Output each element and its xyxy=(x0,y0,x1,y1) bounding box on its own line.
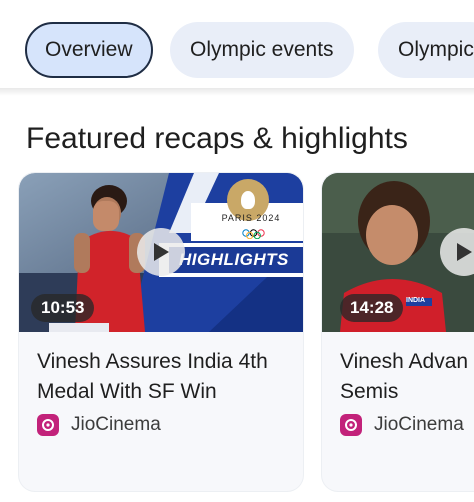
tab-label: Olympic xyxy=(398,38,474,61)
play-button[interactable] xyxy=(137,228,185,276)
tab-label: Overview xyxy=(45,38,133,61)
search-results-page: Overview Olympic events Olympic Featured… xyxy=(0,0,474,502)
video-source[interactable]: JioCinema xyxy=(37,413,161,437)
source-name: JioCinema xyxy=(71,414,161,435)
paris-2024-logo-text: PARIS 2024 xyxy=(221,213,281,223)
tab-label: Olympic events xyxy=(190,38,334,61)
tab-overview[interactable]: Overview xyxy=(25,22,153,78)
video-thumbnail[interactable]: PARIS 2024 HIGHLIGHTS 10:53 xyxy=(19,173,303,332)
highlights-banner-text: HIGHLIGHTS xyxy=(179,250,289,269)
tab-olympic[interactable]: Olympic xyxy=(378,22,474,78)
video-thumbnail[interactable]: INDIA 14:28 xyxy=(322,173,474,332)
tab-bar: Overview Olympic events Olympic xyxy=(0,0,474,90)
video-duration: 14:28 xyxy=(340,294,404,322)
video-title[interactable]: Vinesh Assures India 4th Medal With SF W… xyxy=(37,347,299,407)
tab-divider xyxy=(0,88,474,96)
video-source[interactable]: JioCinema xyxy=(340,413,464,437)
play-icon xyxy=(154,243,169,261)
jiocinema-icon xyxy=(340,414,362,436)
source-name: JioCinema xyxy=(374,414,464,435)
play-icon xyxy=(457,243,472,261)
olympic-rings-icon xyxy=(241,226,271,240)
jersey-text: INDIA xyxy=(406,297,426,304)
video-card[interactable]: PARIS 2024 HIGHLIGHTS 10:53 Vinesh Assur… xyxy=(19,173,303,491)
tab-olympic-events[interactable]: Olympic events xyxy=(170,22,354,78)
video-title[interactable]: Vinesh Advan Semis xyxy=(340,347,474,407)
section-title: Featured recaps & highlights xyxy=(26,122,408,155)
video-duration: 10:53 xyxy=(31,294,95,322)
video-card[interactable]: INDIA 14:28 Vinesh Advan Semis JioCinema xyxy=(322,173,474,491)
jiocinema-icon xyxy=(37,414,59,436)
